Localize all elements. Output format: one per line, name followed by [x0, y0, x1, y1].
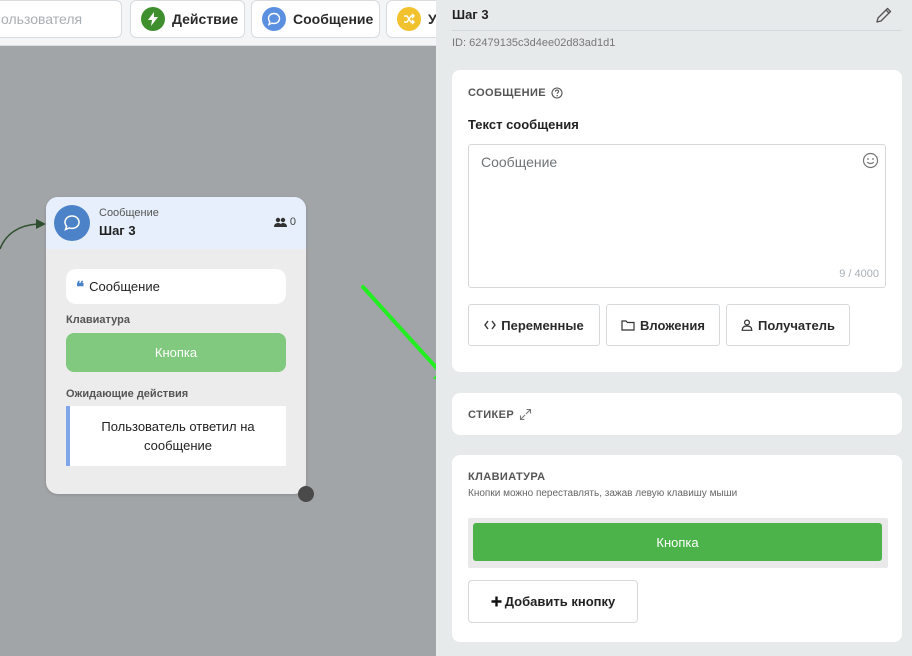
node-waiting-action[interactable]: Пользователь ответил на сообщение	[66, 406, 286, 466]
help-icon[interactable]	[551, 87, 563, 99]
shuffle-icon	[397, 7, 421, 31]
canvas-toolbar: ользователя Действие Сообщение У	[0, 0, 446, 46]
keyboard-section-title: КЛАВИАТУРА	[468, 471, 546, 483]
node-title: Шаг 3	[99, 223, 136, 238]
plus-icon	[491, 596, 502, 607]
message-section-title: СООБЩЕНИЕ	[468, 87, 563, 99]
node-keyboard-label: Клавиатура	[66, 314, 130, 326]
divider	[452, 30, 902, 31]
node-output-port[interactable]	[298, 486, 314, 502]
message-section: СООБЩЕНИЕ Текст сообщения Сообщение 9 / …	[452, 70, 902, 372]
folder-icon	[621, 319, 635, 331]
node-header: Сообщение Шаг 3 0	[46, 197, 306, 249]
add-button-button[interactable]: Добавить кнопку	[468, 580, 638, 623]
add-action-label: Действие	[172, 11, 239, 27]
attachments-button[interactable]: Вложения	[606, 304, 720, 346]
panel-header: Шаг 3 ID: 62479135c3d4ee02d83ad1d1	[436, 0, 912, 58]
user-search-input[interactable]: ользователя	[0, 0, 122, 38]
users-icon	[273, 217, 287, 228]
keyboard-section-hint: Кнопки можно переставлять, зажав левую к…	[468, 488, 738, 499]
add-action-button[interactable]: Действие	[130, 0, 245, 38]
flow-node-step-3[interactable]: Сообщение Шаг 3 0 ❝ Сообщение Клавиатура…	[46, 197, 306, 494]
message-placeholder: Сообщение	[481, 154, 558, 170]
node-type: Сообщение	[99, 207, 159, 219]
step-id: ID: 62479135c3d4ee02d83ad1d1	[452, 37, 616, 49]
panel-title: Шаг 3	[452, 7, 489, 22]
message-textarea[interactable]: Сообщение 9 / 4000	[468, 144, 886, 288]
keyboard-button[interactable]: Кнопка	[473, 523, 882, 561]
quote-icon: ❝	[76, 277, 85, 296]
chat-bubble-icon	[54, 205, 90, 241]
pencil-icon[interactable]	[874, 5, 894, 25]
node-keyboard-button[interactable]: Кнопка	[66, 333, 286, 372]
user-icon	[741, 319, 753, 331]
lightning-icon	[141, 7, 165, 31]
keyboard-section: КЛАВИАТУРА Кнопки можно переставлять, за…	[452, 455, 902, 642]
emoji-icon[interactable]	[862, 152, 879, 169]
node-message-preview[interactable]: ❝ Сообщение	[66, 269, 286, 304]
step-settings-panel: Шаг 3 ID: 62479135c3d4ee02d83ad1d1 СООБЩ…	[436, 0, 912, 656]
variables-button[interactable]: Переменные	[468, 304, 600, 346]
code-icon	[484, 320, 497, 330]
sticker-section[interactable]: СТИКЕР	[452, 393, 902, 435]
message-text-label: Текст сообщения	[468, 117, 579, 132]
incoming-connection	[0, 219, 46, 250]
keyboard-row: Кнопка	[468, 518, 888, 568]
expand-icon[interactable]	[519, 408, 532, 421]
node-user-count: 0	[273, 216, 296, 228]
node-waiting-label: Ожидающие действия	[66, 388, 189, 400]
chat-bubble-icon	[262, 7, 286, 31]
add-message-button[interactable]: Сообщение	[251, 0, 380, 38]
sticker-section-title: СТИКЕР	[468, 408, 532, 421]
recipient-button[interactable]: Получатель	[726, 304, 850, 346]
char-counter: 9 / 4000	[839, 268, 879, 280]
add-message-label: Сообщение	[293, 11, 374, 27]
